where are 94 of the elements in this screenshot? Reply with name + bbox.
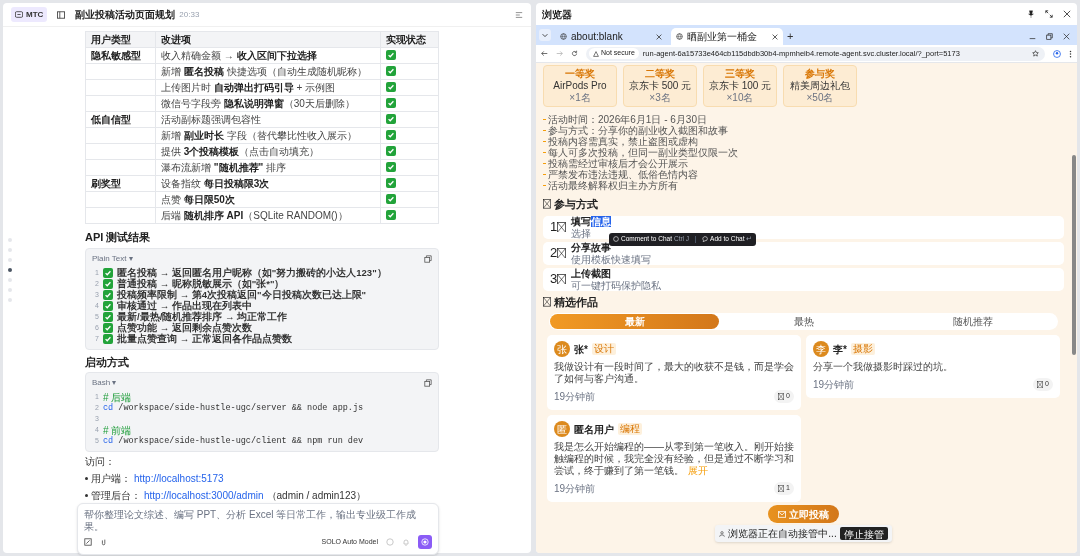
avatar: 李: [813, 341, 829, 357]
chat-time: 20:33: [179, 8, 200, 21]
prize-name: 京东卡 100 元: [708, 80, 772, 92]
link-label: 用户端：: [91, 472, 131, 486]
rule-text: 活动最终解释权归主办方所有: [548, 179, 678, 193]
prize-count: ×1名: [569, 92, 591, 104]
section-heading: 精选作品: [554, 294, 598, 310]
code-line: cd /workspace/side-hustle-ugc/server && node app.js: [103, 402, 364, 415]
improvement-cell: 后端 随机排序 API（SQLite RANDOM()）: [161, 210, 348, 221]
improvement-cell: 新增 副业时长 字段（替代攀比性收入展示）: [161, 130, 357, 141]
step-number: 2: [550, 244, 558, 263]
step-number: 3: [550, 270, 558, 289]
sort-tab[interactable]: 随机推荐: [888, 314, 1057, 329]
rule-text: 投稿需经过审核后才会公开展示: [548, 157, 688, 170]
code-line: 点赞功能 → 返回剩余点赞次数: [117, 321, 252, 334]
credentials-note: （admin / admin123）: [266, 489, 367, 503]
author-name: 李*: [833, 342, 847, 357]
code-line: cd /workspace/side-hustle-ugc/client && npm run dev: [103, 435, 364, 448]
section-heading: 参与方式: [554, 197, 598, 212]
language-selector[interactable]: Plain Text ▾: [92, 252, 133, 265]
work-text: 我是怎么开始编程的——从零到第一笔收入。刚开始接触编程的时候，我完全没有经验，但是通过不断学习和尝试，终于赚到了第一笔钱。 展开: [554, 441, 794, 477]
prize-rank: 一等奖: [565, 68, 595, 80]
section-heading: API 测试结果: [85, 230, 152, 245]
improvement-cell: 设备指纹 每日投稿限3次: [161, 178, 270, 189]
browser-tab[interactable]: about:blank: [555, 28, 667, 45]
post-time: 19分钟前: [554, 482, 596, 496]
rule-text: 参与方式：分享你的副业收入截图和故事: [548, 124, 728, 137]
link[interactable]: http://localhost:5173: [134, 471, 224, 486]
section-heading: 启动方式: [85, 354, 130, 370]
avatar: 张: [554, 341, 570, 357]
prize-count: ×50名: [806, 92, 834, 104]
stop-takeover-button[interactable]: 停止接管: [839, 527, 888, 540]
rule-text: 严禁发布违法违规、低俗色情内容: [548, 168, 698, 181]
improvement-cell: 微信号字段旁 隐私说明弹窗（30天后删除）: [161, 98, 355, 109]
prize-count: ×10名: [726, 92, 754, 104]
code-line: 匿名投稿 → 返回匿名用户昵称（如"努力搬砖的小达人123"）: [117, 265, 387, 279]
browser-tab[interactable]: 晒副业第一桶金: [671, 28, 783, 45]
rule-text: 每人可多次投稿，但同一副业类型仅限一次: [548, 146, 738, 159]
panel-title: 浏览器: [542, 7, 572, 22]
prize-count: ×3名: [649, 92, 671, 104]
author-name: 张*: [574, 342, 588, 357]
category-tag: 设计: [591, 343, 616, 355]
prize-name: AirPods Pro: [553, 80, 607, 92]
improvement-cell: 上传图片时 自动弹出打码引导 + 示例图: [161, 82, 336, 93]
work-text: 我做设计有一段时间了，最大的收获不是钱，而是学会了如何与客户沟通。: [554, 361, 794, 385]
step-number: 1: [550, 218, 558, 237]
column-header: 改进项: [155, 31, 381, 48]
code-line: 审核通过 → 作品出现在列表中: [117, 299, 252, 312]
code-comment: # 后端: [103, 391, 132, 404]
step-title: 上传截图: [571, 267, 613, 280]
sort-tab[interactable]: 最热: [719, 314, 888, 329]
input-placeholder: 帮你整理论文综述、编写 PPT、分析 Excel 等日常工作，输出专业级工作成果。: [84, 509, 418, 533]
access-label: 访问：: [85, 455, 116, 469]
step-description: 可一键打码保护隐私: [571, 279, 662, 291]
prize-rank: 三等奖: [725, 68, 755, 80]
category-tag: 摄影: [850, 343, 875, 355]
category-tag: 编程: [618, 423, 642, 435]
user-type-cell: 刷奖型: [91, 178, 121, 189]
takeover-text: 浏览器正在自动接管中...: [728, 527, 837, 541]
improvement-cell: 点赞 每日限50次: [161, 194, 235, 205]
prize-rank: 二等奖: [645, 68, 675, 80]
step-title: 分享故事: [571, 241, 613, 254]
user-type-cell: 隐私敏感型: [91, 50, 141, 61]
avatar: 匿: [554, 421, 570, 437]
improvement-cell: 新增 匿名投稿 快捷选项（自动生成随机昵称）: [161, 66, 367, 77]
author-name: 匿名用户: [574, 422, 614, 437]
user-type-cell: 低自信型: [91, 114, 131, 125]
code-line: 普通投稿 → 昵称脱敏展示（如"张*"）: [117, 277, 285, 290]
rule-text: 投稿内容需真实，禁止盗图或虚构: [548, 135, 698, 148]
code-line: 最新/最热/随机推荐排序 → 均正常工作: [117, 310, 288, 323]
link-label: 管理后台：: [91, 489, 141, 503]
step-description: 选择: [571, 227, 593, 239]
prize-name: 京东卡 500 元: [628, 80, 692, 92]
step-description: 使用模板快速填写: [571, 253, 652, 265]
improvement-cell: 活动副标题强调包容性: [161, 114, 261, 125]
rule-text: 活动时间：2026年6月1日 - 6月30日: [548, 113, 707, 126]
code-line: 投稿频率限制 → 第4次投稿返回"今日投稿次数已达上限": [117, 288, 367, 301]
column-header: 实现状态: [380, 31, 439, 48]
improvement-cell: 提供 3个投稿模板（点击自动填充）: [161, 146, 320, 157]
post-time: 19分钟前: [554, 390, 596, 404]
improvement-cell: 瀑布流新增 "随机推荐" 排序: [161, 162, 287, 173]
column-header: 用户类型: [85, 31, 156, 48]
link[interactable]: http://localhost:3000/admin: [144, 488, 264, 503]
improvement-cell: 收入精确金额 → 收入区间下拉选择: [161, 50, 317, 61]
prize-name: 精美周边礼包: [790, 80, 850, 92]
workspace-badge[interactable]: MTC: [11, 7, 48, 22]
post-time: 19分钟前: [813, 378, 855, 392]
language-selector[interactable]: Bash ▾: [92, 377, 117, 389]
code-comment: # 前端: [103, 424, 132, 437]
chat-title: 副业投稿活动页面规划: [75, 8, 176, 22]
work-text: 分享一个我做摄影时踩过的坑。: [813, 361, 954, 373]
code-line: 批量点赞查询 → 正常返回各作品点赞数: [117, 332, 292, 346]
prize-rank: 参与奖: [805, 68, 835, 80]
new-tab-icon[interactable]: +: [787, 31, 794, 42]
